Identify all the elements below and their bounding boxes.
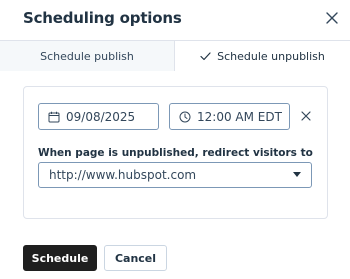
close-dialog-button[interactable] <box>323 9 341 27</box>
tab-label: Schedule publish <box>40 49 134 63</box>
cancel-button[interactable]: Cancel <box>104 245 167 271</box>
close-icon <box>301 111 311 121</box>
tab-schedule-unpublish[interactable]: Schedule unpublish <box>175 41 350 71</box>
date-value: 09/08/2025 <box>66 109 136 124</box>
checkmark-icon <box>200 51 211 61</box>
calendar-icon <box>48 111 60 123</box>
redirect-url-select[interactable]: http://www.hubspot.com <box>38 162 312 188</box>
redirect-url-value: http://www.hubspot.com <box>49 168 197 182</box>
clock-icon <box>179 111 191 123</box>
dialog-header: Scheduling options <box>0 0 350 40</box>
schedule-button[interactable]: Schedule <box>23 245 97 271</box>
tab-label: Schedule unpublish <box>217 49 325 63</box>
schedule-tabs: Schedule publish Schedule unpublish <box>0 40 350 71</box>
tab-schedule-publish[interactable]: Schedule publish <box>0 41 175 71</box>
date-input[interactable]: 09/08/2025 <box>38 103 159 130</box>
dialog-title: Scheduling options <box>23 9 182 27</box>
caret-down-icon <box>293 172 301 177</box>
time-value: 12:00 AM EDT <box>197 109 282 124</box>
redirect-label: When page is unpublished, redirect visit… <box>38 147 313 159</box>
close-icon <box>326 12 338 24</box>
clear-schedule-button[interactable] <box>299 109 313 123</box>
time-input[interactable]: 12:00 AM EDT <box>169 103 290 130</box>
